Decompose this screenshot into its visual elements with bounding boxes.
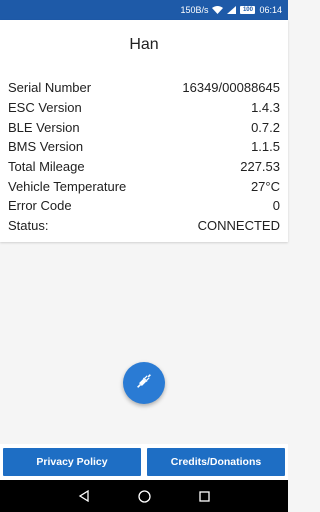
plug-icon [134,371,154,396]
info-label: Serial Number [8,80,92,96]
privacy-policy-button[interactable]: Privacy Policy [3,448,141,476]
info-value: 0.7.2 [251,119,280,135]
info-value: CONNECTED [197,218,280,234]
info-value: 27°C [250,178,280,194]
info-value: 16349/00088645 [182,80,280,96]
info-value: 0 [272,198,280,214]
info-label: BMS Version [8,139,84,155]
info-value: 1.1.5 [251,139,280,155]
recents-icon[interactable] [199,490,210,502]
info-label: Status: [8,218,49,234]
info-row-bms-version: BMS Version 1.1.5 [8,137,280,157]
info-label: Total Mileage [8,159,85,175]
bottom-button-bar: Privacy Policy Credits/Donations [0,444,288,480]
device-info-card: Han Serial Number 16349/00088645 ESC Ver… [0,20,288,242]
info-label: BLE Version [8,119,80,135]
info-row-ble-version: BLE Version 0.7.2 [8,117,280,137]
info-label: Error Code [8,198,72,214]
wifi-icon [212,6,224,14]
back-icon[interactable] [78,490,90,502]
network-speed: 150B/s [180,5,209,15]
info-label: ESC Version [8,100,82,116]
info-row-vehicle-temperature: Vehicle Temperature 27°C [8,176,280,196]
info-row-error-code: Error Code 0 [8,196,280,216]
device-info-list: Serial Number 16349/00088645 ESC Version… [8,78,280,236]
battery-icon: 100 [240,6,256,14]
info-row-status: Status: CONNECTED [8,216,280,236]
info-row-total-mileage: Total Mileage 227.53 [8,157,280,177]
info-value: 227.53 [240,159,280,175]
navigation-bar [0,480,288,512]
credits-donations-button[interactable]: Credits/Donations [147,448,285,476]
device-name: Han [129,36,159,53]
clock: 06:14 [259,5,282,15]
home-icon[interactable] [138,489,151,503]
connect-button[interactable] [123,362,165,404]
info-label: Vehicle Temperature [8,178,127,194]
signal-icon [227,6,237,14]
info-row-esc-version: ESC Version 1.4.3 [8,98,280,118]
status-bar: 150B/s 100 06:14 [0,0,288,20]
info-value: 1.4.3 [251,100,280,116]
info-row-serial-number: Serial Number 16349/00088645 [8,78,280,98]
